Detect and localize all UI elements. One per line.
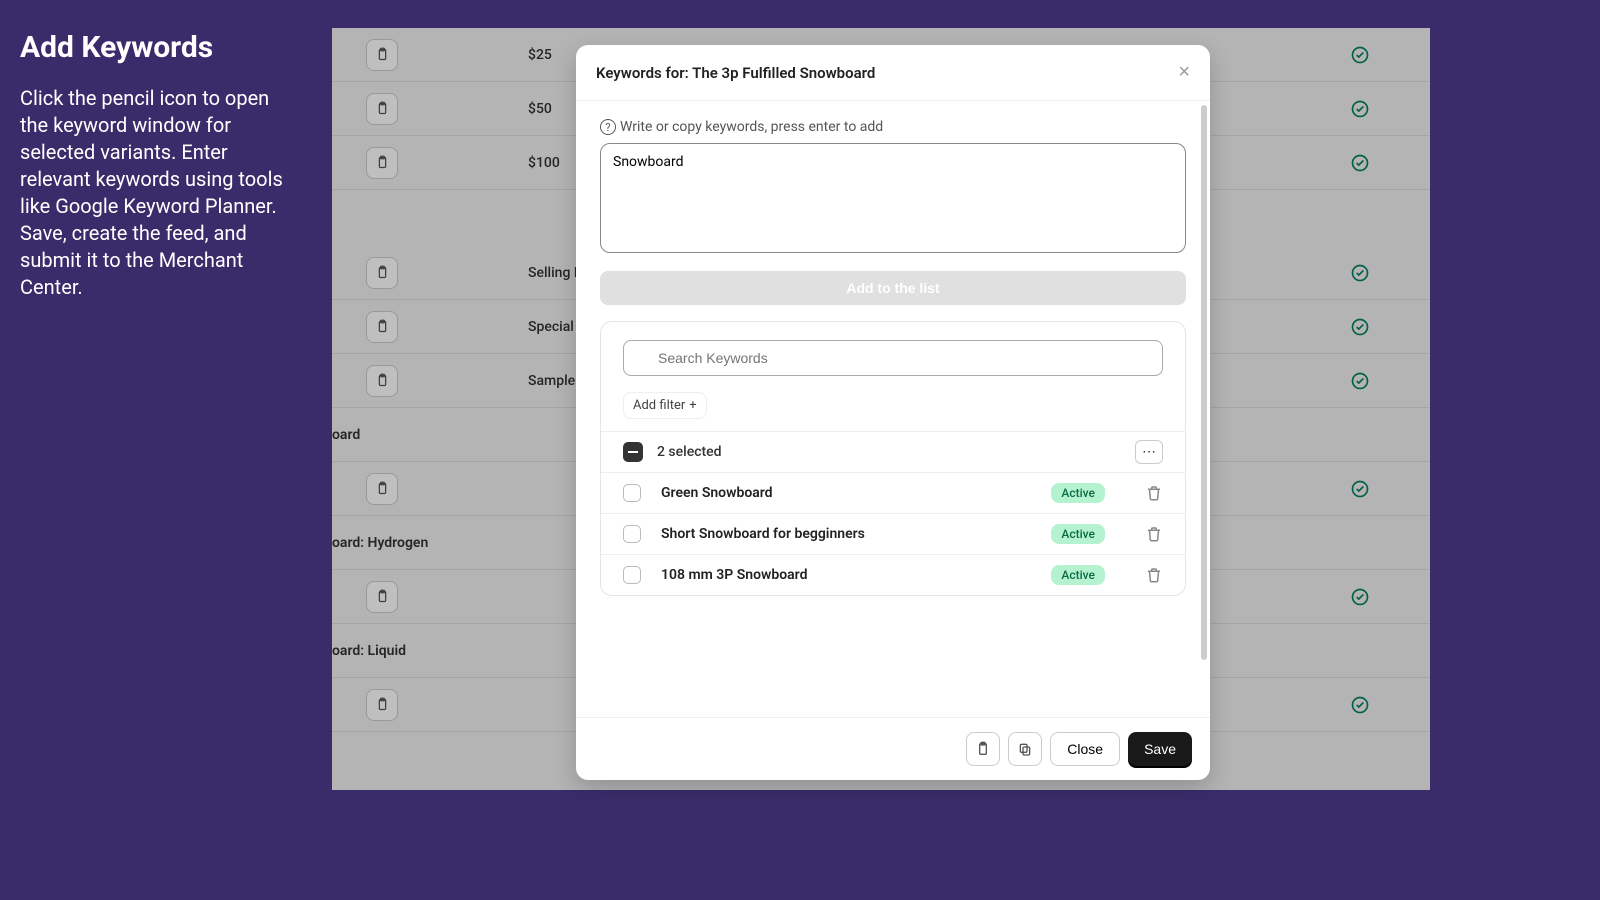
- search-keywords-input[interactable]: [623, 340, 1163, 376]
- close-button[interactable]: Close: [1050, 732, 1120, 766]
- keyword-checkbox[interactable]: [623, 484, 641, 502]
- close-icon[interactable]: ×: [1178, 61, 1190, 84]
- clipboard-button[interactable]: [966, 732, 1000, 766]
- status-badge: Active: [1051, 483, 1105, 503]
- add-to-list-button[interactable]: Add to the list: [600, 271, 1186, 305]
- indeterminate-checkbox[interactable]: [623, 442, 643, 462]
- instruction-panel: Add Keywords Click the pencil icon to op…: [20, 30, 300, 301]
- modal-title: Keywords for: The 3p Fulfilled Snowboard: [596, 64, 875, 82]
- keyword-label: Short Snowboard for begginners: [661, 526, 865, 542]
- more-actions-button[interactable]: ⋯: [1135, 440, 1163, 464]
- keyword-row: 108 mm 3P Snowboard Active: [601, 555, 1185, 595]
- keywords-input-label: ? Write or copy keywords, press enter to…: [600, 119, 1186, 135]
- keyword-row: Short Snowboard for begginners Active: [601, 514, 1185, 555]
- trash-icon[interactable]: [1145, 525, 1163, 543]
- copy-button[interactable]: [1008, 732, 1042, 766]
- selection-bar: 2 selected ⋯: [601, 431, 1185, 473]
- status-badge: Active: [1051, 524, 1105, 544]
- instruction-body: Click the pencil icon to open the keywor…: [20, 85, 300, 301]
- keyword-row: Green Snowboard Active: [601, 473, 1185, 514]
- help-icon: ?: [600, 119, 616, 135]
- add-filter-button[interactable]: Add filter +: [623, 392, 707, 419]
- save-button[interactable]: Save: [1128, 732, 1192, 766]
- keywords-textarea[interactable]: [600, 143, 1186, 253]
- instruction-title: Add Keywords: [20, 30, 300, 65]
- trash-icon[interactable]: [1145, 484, 1163, 502]
- modal-footer: Close Save: [576, 717, 1210, 780]
- scrollbar[interactable]: [1201, 105, 1207, 660]
- trash-icon[interactable]: [1145, 566, 1163, 584]
- keyword-list-panel: Add filter + 2 selected ⋯ Green Snowboar…: [600, 321, 1186, 596]
- keyword-checkbox[interactable]: [623, 525, 641, 543]
- keywords-modal: Keywords for: The 3p Fulfilled Snowboard…: [576, 45, 1210, 780]
- modal-header: Keywords for: The 3p Fulfilled Snowboard…: [576, 45, 1210, 101]
- keyword-checkbox[interactable]: [623, 566, 641, 584]
- selected-count: 2 selected: [657, 444, 722, 460]
- status-badge: Active: [1051, 565, 1105, 585]
- modal-body: ? Write or copy keywords, press enter to…: [576, 101, 1210, 717]
- keyword-label: Green Snowboard: [661, 485, 773, 501]
- keyword-label: 108 mm 3P Snowboard: [661, 567, 807, 583]
- plus-icon: +: [689, 398, 696, 413]
